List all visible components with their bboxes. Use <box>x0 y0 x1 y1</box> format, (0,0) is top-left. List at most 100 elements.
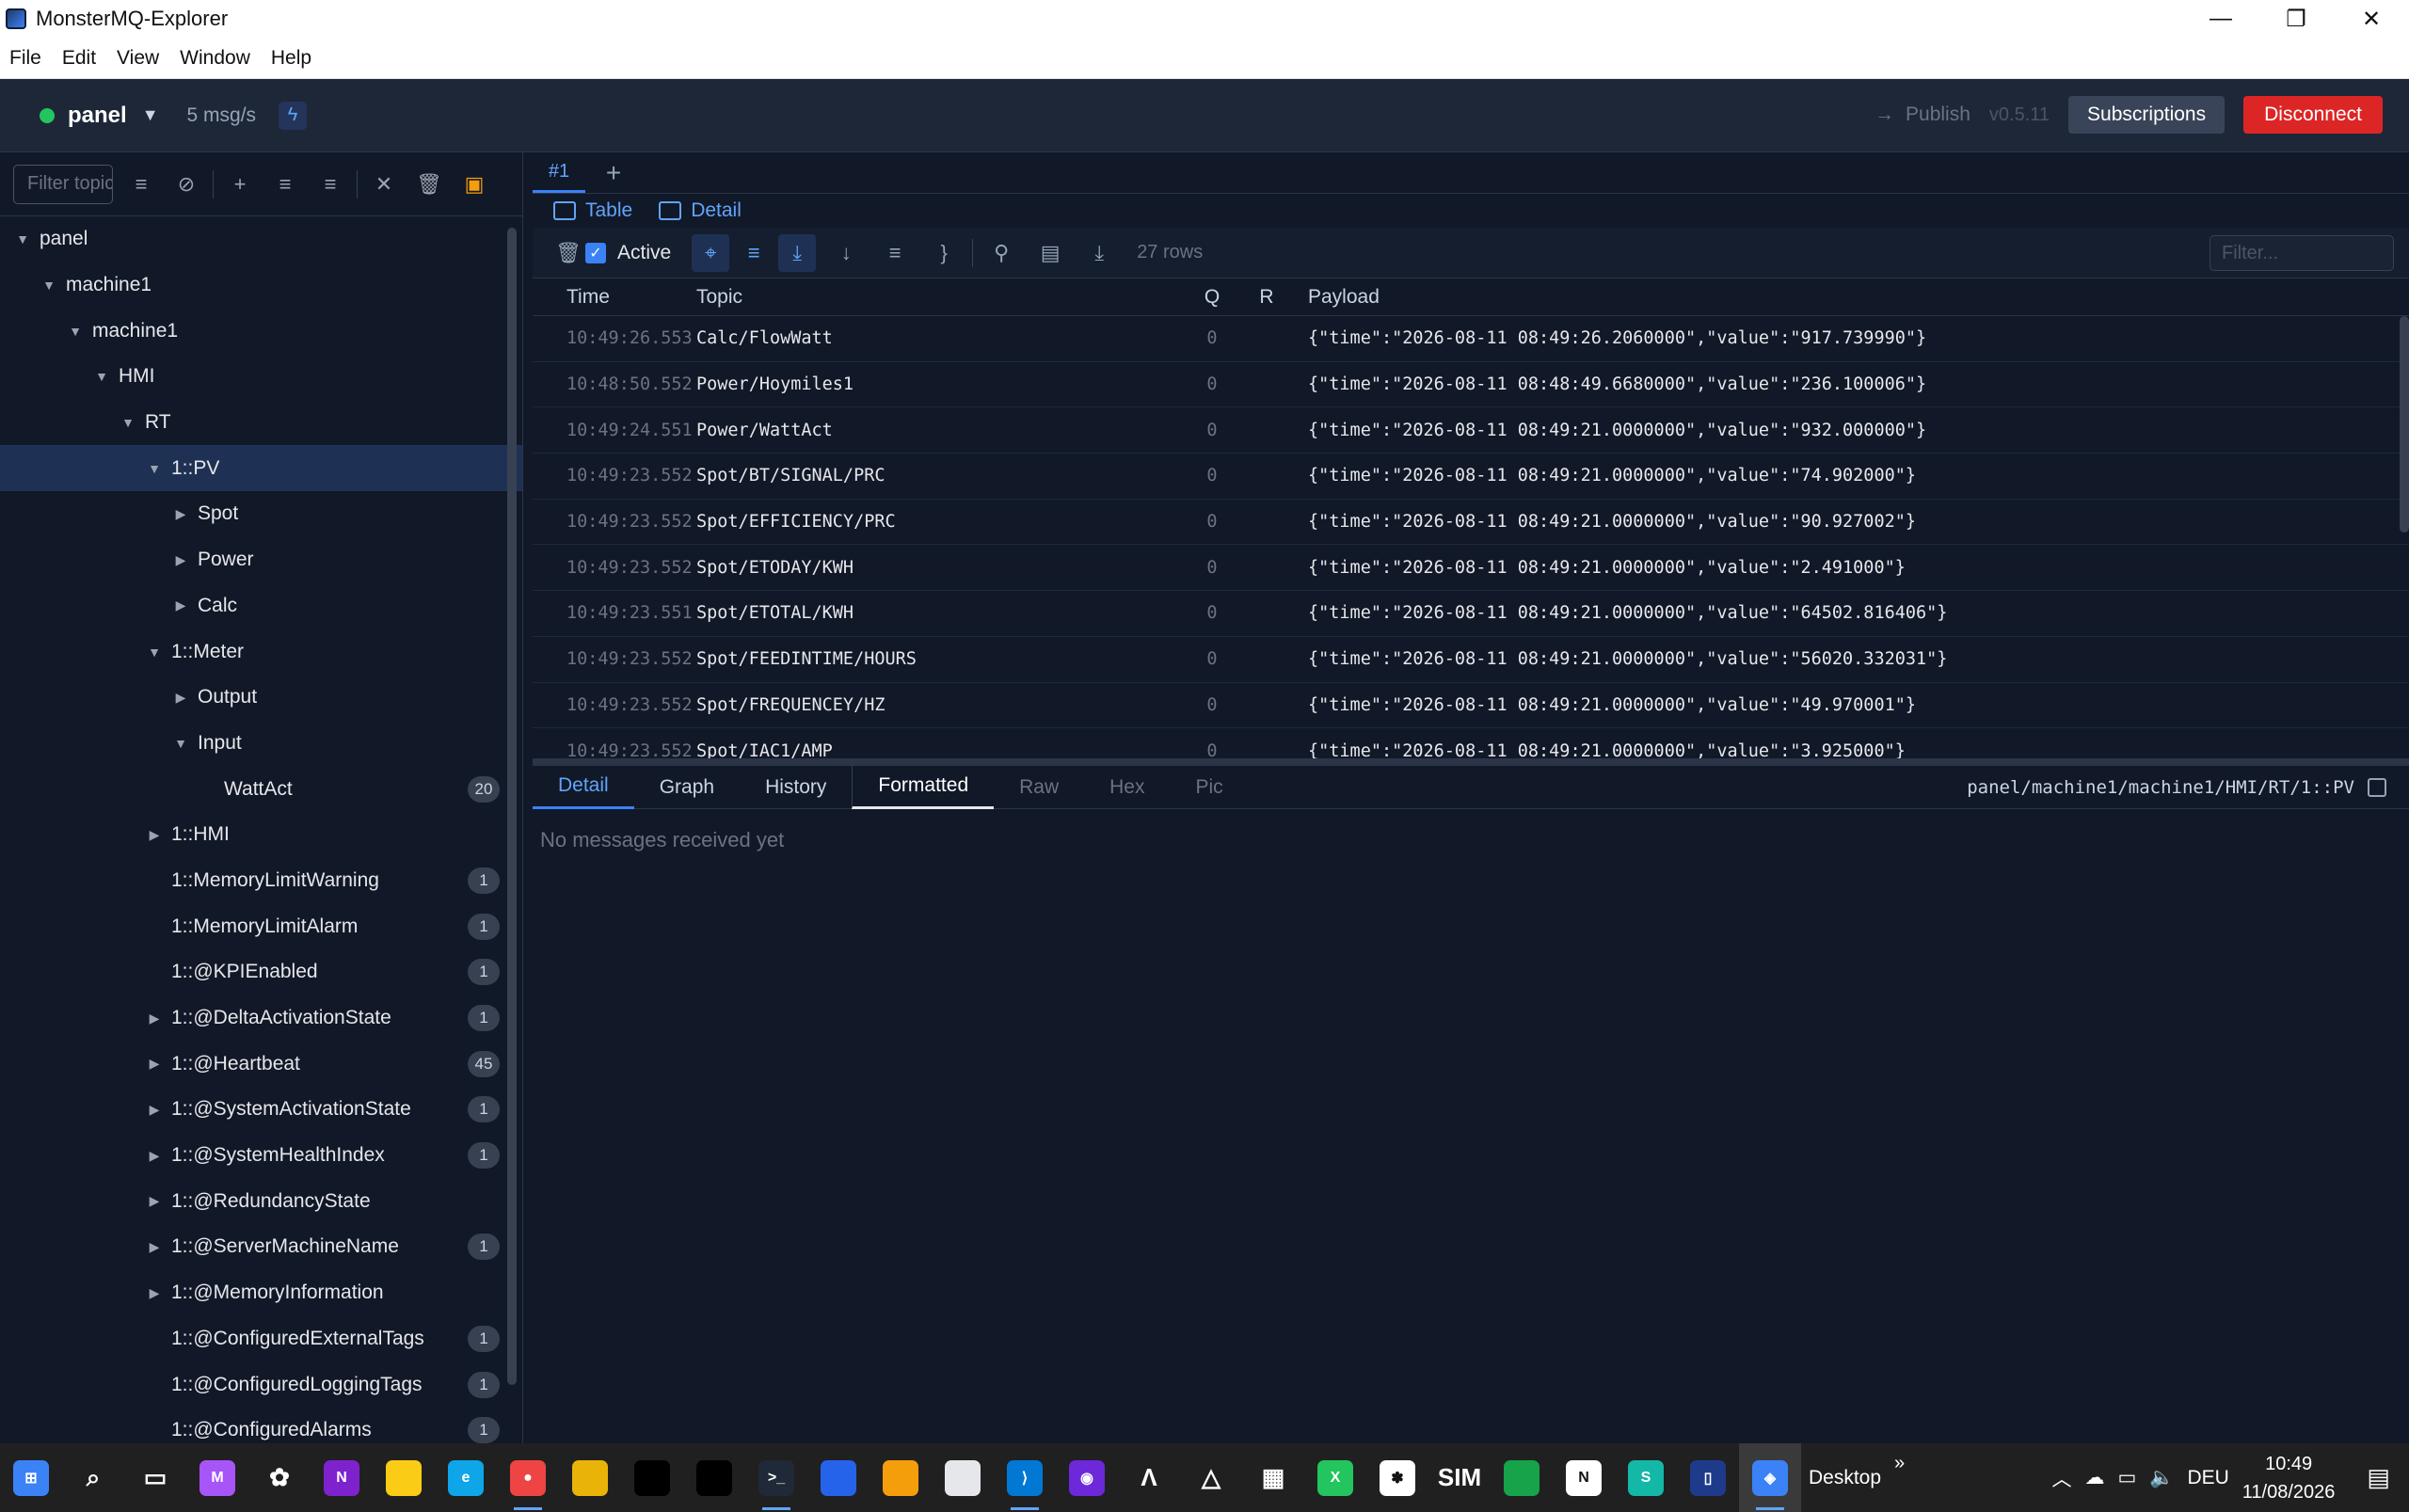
auto-scroll-icon[interactable]: ⤓ <box>778 233 817 272</box>
close-window-button[interactable]: ✕ <box>2334 0 2409 38</box>
notifications-icon[interactable]: ▤ <box>2367 1463 2390 1492</box>
expand-all-icon[interactable]: ≡ <box>263 165 308 204</box>
n2yo-taskbar-button[interactable]: N <box>1553 1443 1615 1512</box>
pin-icon[interactable]: ⚲ <box>977 234 1026 272</box>
table-filter-input[interactable]: Filter... <box>2210 235 2394 271</box>
tree-item[interactable]: 1::@KPIEnabled 1 <box>0 949 522 995</box>
table-row[interactable]: 10:49:23.552 Spot/ETODAY/KWH 0 {"time":"202… <box>533 545 2409 592</box>
caret-right-icon[interactable]: ▶ <box>145 1193 164 1209</box>
tree-item[interactable]: ▶ Spot <box>0 491 522 537</box>
windows-start-taskbar-button[interactable]: ⊞ <box>0 1443 62 1512</box>
caret-right-icon[interactable]: ▶ <box>145 1239 164 1255</box>
caret-right-icon[interactable]: ▶ <box>145 1011 164 1027</box>
chrome-taskbar-button[interactable]: ● <box>497 1443 559 1512</box>
language-indicator[interactable]: DEU <box>2187 1467 2228 1489</box>
subscriptions-button[interactable]: Subscriptions <box>2068 96 2226 134</box>
disconnect-button[interactable]: Disconnect <box>2243 96 2383 134</box>
tree-item[interactable]: WattAct 20 <box>0 766 522 812</box>
edge-taskbar-button[interactable]: e <box>435 1443 497 1512</box>
remote-desktop-taskbar-button[interactable] <box>807 1443 869 1512</box>
tree-item[interactable]: ▼ 1::Meter <box>0 629 522 675</box>
m365-taskbar-button[interactable]: M <box>186 1443 248 1512</box>
caret-right-icon[interactable]: ▶ <box>145 1285 164 1301</box>
topic-filter-input[interactable]: Filter topics <box>13 164 113 204</box>
xmind-taskbar-button[interactable]: X <box>1304 1443 1366 1512</box>
tree-item[interactable]: ▶ Output <box>0 675 522 721</box>
table-row[interactable]: 10:49:23.552 Spot/FEEDINTIME/HOURS 0 {"time… <box>533 637 2409 683</box>
caret-down-icon[interactable]: ▼ <box>13 231 32 247</box>
collapse-all-icon[interactable]: ≡ <box>308 165 353 204</box>
table-row[interactable]: 10:49:26.553 Calc/FlowWatt 0 {"time":"2026-… <box>533 316 2409 362</box>
tree-item[interactable]: ▶ 1::@RedundancyState <box>0 1178 522 1224</box>
caret-down-icon[interactable]: ▼ <box>119 415 137 430</box>
tree-item[interactable]: 1::MemoryLimitAlarm 1 <box>0 903 522 949</box>
terminal-taskbar-button[interactable] <box>621 1443 683 1512</box>
menu-window[interactable]: Window <box>180 47 250 70</box>
caret-right-icon[interactable]: ▶ <box>171 690 190 706</box>
tree-item[interactable]: ▶ Calc <box>0 583 522 629</box>
vscode-taskbar-button[interactable]: ⟩ <box>994 1443 1056 1512</box>
tree-item[interactable]: 1::@ConfiguredAlarms 1 <box>0 1408 522 1443</box>
active-checkbox[interactable]: ✓ <box>585 242 606 263</box>
clock[interactable]: 10:49 11/08/2026 <box>2242 1450 2336 1506</box>
table-row[interactable]: 10:49:23.552 Spot/BT/SIGNAL/PRC 0 {"time":"… <box>533 454 2409 500</box>
caret-down-icon[interactable]: ▼ <box>40 278 58 293</box>
caret-right-icon[interactable]: ▶ <box>145 827 164 843</box>
table-row[interactable]: 10:49:23.551 Spot/ETOTAL/KWH 0 {"time":"202… <box>533 591 2409 637</box>
tab-raw[interactable]: Raw <box>994 766 1084 809</box>
table-row[interactable]: 10:49:23.552 Spot/IAC1/AMP 0 {"time":"2026-… <box>533 728 2409 758</box>
column-r[interactable]: R <box>1238 286 1295 309</box>
table-row[interactable]: 10:49:24.551 Power/WattAct 0 {"time":"2026-… <box>533 407 2409 454</box>
tree-item[interactable]: ▼ Input <box>0 721 522 767</box>
tree-item[interactable]: 1::@ConfiguredExternalTags 1 <box>0 1316 522 1362</box>
detail-view-button[interactable]: Detail <box>659 199 742 222</box>
trash-icon[interactable]: 🗑 <box>551 234 585 272</box>
tree-item[interactable]: ▶ 1::@SystemActivationState 1 <box>0 1087 522 1133</box>
caret-right-icon[interactable]: ▶ <box>145 1102 164 1118</box>
paw-app-taskbar-button[interactable]: ✽ <box>1366 1443 1428 1512</box>
trash-icon[interactable]: 🗑 <box>407 165 452 204</box>
sort-icon[interactable]: ≡ <box>735 234 773 272</box>
caret-right-icon[interactable]: ▶ <box>171 597 190 613</box>
lightning-icon[interactable]: ϟ <box>279 101 308 130</box>
minimize-button[interactable]: — <box>2183 0 2258 38</box>
chevron-up-icon[interactable]: ︿ <box>2051 1464 2071 1492</box>
tab-graph[interactable]: Graph <box>634 766 740 809</box>
tab-history[interactable]: History <box>740 766 852 809</box>
download-icon[interactable]: ⤓ <box>1075 234 1124 272</box>
copy-icon[interactable] <box>2368 778 2386 797</box>
caret-right-icon[interactable]: ▶ <box>145 1056 164 1072</box>
caret-down-icon[interactable]: ▼ <box>171 736 190 751</box>
columns-icon[interactable]: ▤ <box>1026 234 1075 272</box>
tab-pic[interactable]: Pic <box>1171 766 1249 809</box>
table-scrollbar[interactable] <box>2400 316 2409 533</box>
store-taskbar-button[interactable] <box>932 1443 994 1512</box>
onenote-taskbar-button[interactable]: N <box>311 1443 373 1512</box>
caret-down-icon[interactable]: ▼ <box>66 324 85 339</box>
table-view-button[interactable]: Table <box>553 199 632 222</box>
caret-right-icon[interactable]: ▶ <box>171 506 190 522</box>
connection-selector[interactable]: panel <box>68 103 127 129</box>
file-explorer-taskbar-button[interactable] <box>559 1443 621 1512</box>
arc-taskbar-button[interactable]: Λ <box>1118 1443 1180 1512</box>
app-green-taskbar-button[interactable] <box>1491 1443 1553 1512</box>
restore-button[interactable]: ❐ <box>2258 0 2334 38</box>
column-q[interactable]: Q <box>1186 286 1238 309</box>
tree-item[interactable]: ▶ Power <box>0 537 522 583</box>
tree-item[interactable]: 1::@ConfiguredLoggingTags 1 <box>0 1361 522 1408</box>
siemens-taskbar-button[interactable]: S <box>1615 1443 1677 1512</box>
tree-item[interactable]: ▶ 1::HMI <box>0 812 522 858</box>
caret-down-icon[interactable]: ▼ <box>92 369 111 384</box>
tab-detail[interactable]: Detail <box>533 766 634 809</box>
tab-1[interactable]: #1 <box>533 153 585 193</box>
tree-item[interactable]: ▼ RT <box>0 400 522 446</box>
folder-share-taskbar-button[interactable] <box>869 1443 932 1512</box>
tree-item[interactable]: ▶ 1::@ServerMachineName 1 <box>0 1224 522 1270</box>
column-payload[interactable]: Payload <box>1295 286 2409 309</box>
grid-app-taskbar-button[interactable]: ▦ <box>1242 1443 1304 1512</box>
add-tab-button[interactable]: + <box>585 153 642 193</box>
sort-icon[interactable]: ≡ <box>119 165 164 204</box>
menu-help[interactable]: Help <box>271 47 311 70</box>
tree-item[interactable]: ▶ 1::@MemoryInformation <box>0 1270 522 1316</box>
tree-item[interactable]: ▶ 1::@DeltaActivationState 1 <box>0 995 522 1042</box>
